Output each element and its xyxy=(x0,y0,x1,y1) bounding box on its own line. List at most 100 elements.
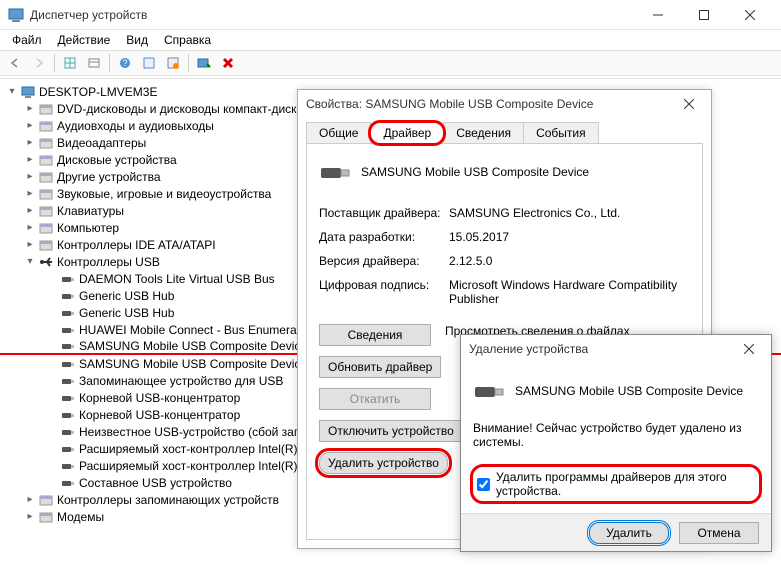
close-icon[interactable] xyxy=(675,90,703,118)
tabs: Общие Драйвер Сведения События xyxy=(298,122,711,144)
close-button[interactable] xyxy=(727,0,773,30)
toolbar-icon[interactable] xyxy=(83,52,105,74)
signature-value: Microsoft Windows Hardware Compatibility… xyxy=(449,278,690,306)
minimize-button[interactable] xyxy=(635,0,681,30)
delete-driver-software-checkbox-row[interactable]: Удалить программы драйверов для этого ус… xyxy=(473,467,759,501)
category-icon xyxy=(38,509,54,525)
expand-icon[interactable]: ▸ xyxy=(24,511,36,523)
tree-category-label: Аудиовходы и аудиовыходы xyxy=(57,119,214,133)
window-title: Диспетчер устройств xyxy=(30,8,635,22)
expand-icon[interactable]: ▾ xyxy=(24,256,36,268)
tree-category-label: Модемы xyxy=(57,510,104,524)
uninstall-confirm-dialog: Удаление устройства SAMSUNG Mobile USB C… xyxy=(460,334,772,552)
help-icon[interactable]: ? xyxy=(114,52,136,74)
cancel-button[interactable]: Отмена xyxy=(679,522,759,544)
tree-device-label: Корневой USB-концентратор xyxy=(79,391,240,405)
category-icon xyxy=(38,101,54,117)
usb-device-icon xyxy=(60,373,76,389)
nav-fwd-icon[interactable] xyxy=(28,52,50,74)
menu-action[interactable]: Действие xyxy=(50,31,119,49)
expand-icon[interactable]: ▸ xyxy=(24,205,36,217)
uninstall-icon[interactable] xyxy=(217,52,239,74)
warning-text: Внимание! Сейчас устройство будет удален… xyxy=(473,421,759,449)
tree-device-label: DAEMON Tools Lite Virtual USB Bus xyxy=(79,272,275,286)
usb-device-icon xyxy=(60,458,76,474)
tree-category-label: Компьютер xyxy=(57,221,119,235)
app-icon xyxy=(8,7,24,23)
driver-details-button[interactable]: Сведения xyxy=(319,324,431,346)
delete-driver-software-checkbox[interactable] xyxy=(477,478,490,491)
expand-icon[interactable]: ▾ xyxy=(6,86,18,98)
nav-back-icon[interactable] xyxy=(4,52,26,74)
menu-view[interactable]: Вид xyxy=(118,31,156,49)
tree-device-label: Generic USB Hub xyxy=(79,289,174,303)
category-icon xyxy=(38,237,54,253)
category-icon xyxy=(38,186,54,202)
expand-icon[interactable]: ▸ xyxy=(24,494,36,506)
tree-device-label: Корневой USB-концентратор xyxy=(79,408,240,422)
category-icon xyxy=(38,220,54,236)
tree-category-label: Контроллеры USB xyxy=(57,255,160,269)
device-name: SAMSUNG Mobile USB Composite Device xyxy=(515,384,743,398)
category-icon xyxy=(38,169,54,185)
expand-icon[interactable]: ▸ xyxy=(24,239,36,251)
date-label: Дата разработки: xyxy=(319,230,449,244)
tree-device-label: HUAWEI Mobile Connect - Bus Enumerator xyxy=(79,323,311,337)
expand-icon[interactable]: ▸ xyxy=(24,137,36,149)
toolbar-icon[interactable] xyxy=(162,52,184,74)
category-icon xyxy=(38,135,54,151)
tab-details[interactable]: Сведения xyxy=(443,122,524,144)
expand-icon[interactable]: ▸ xyxy=(24,171,36,183)
vendor-value: SAMSUNG Electronics Co., Ltd. xyxy=(449,206,690,220)
menu-file[interactable]: Файл xyxy=(4,31,50,49)
category-icon xyxy=(38,203,54,219)
tree-category-label: Контроллеры IDE ATA/ATAPI xyxy=(57,238,216,252)
titlebar: Диспетчер устройств xyxy=(0,0,781,30)
toolbar: ? xyxy=(0,50,781,76)
tab-events[interactable]: События xyxy=(523,122,599,144)
expand-icon[interactable]: ▸ xyxy=(24,154,36,166)
tab-general[interactable]: Общие xyxy=(306,122,371,144)
dialog-title: Свойства: SAMSUNG Mobile USB Composite D… xyxy=(306,97,675,111)
expand-icon[interactable]: ▸ xyxy=(24,103,36,115)
usb-icon xyxy=(38,254,54,270)
vendor-label: Поставщик драйвера: xyxy=(319,206,449,220)
menu-help[interactable]: Справка xyxy=(156,31,219,49)
usb-device-icon xyxy=(60,305,76,321)
svg-text:?: ? xyxy=(122,58,127,68)
tree-device-label: SAMSUNG Mobile USB Composite Device xyxy=(79,339,307,353)
tab-driver[interactable]: Драйвер xyxy=(370,122,444,144)
category-icon xyxy=(38,118,54,134)
tree-category-label: Другие устройства xyxy=(57,170,161,184)
maximize-button[interactable] xyxy=(681,0,727,30)
tree-device-label: Расширяемый хост-контроллер Intel(R) xyxy=(79,442,298,456)
tree-category-label: Звуковые, игровые и видеоустройства xyxy=(57,187,271,201)
usb-device-icon xyxy=(60,356,76,372)
tree-root-label: DESKTOP-LMVEM3E xyxy=(39,85,157,99)
tree-category-label: DVD-дисководы и дисководы компакт-дисков xyxy=(57,102,310,116)
rollback-driver-button[interactable]: Откатить xyxy=(319,388,431,410)
tree-device-label: Расширяемый хост-контроллер Intel(R) xyxy=(79,459,298,473)
confirm-uninstall-button[interactable]: Удалить xyxy=(589,522,669,544)
tree-category-label: Дисковые устройства xyxy=(57,153,177,167)
uninstall-device-button[interactable]: Удалить устройство xyxy=(319,452,448,474)
disable-device-button[interactable]: Отключить устройство xyxy=(319,420,463,442)
checkbox-label: Удалить программы драйверов для этого ус… xyxy=(496,470,755,498)
usb-device-icon xyxy=(60,288,76,304)
expand-icon[interactable]: ▸ xyxy=(24,188,36,200)
dialog-title: Удаление устройства xyxy=(469,342,735,356)
close-icon[interactable] xyxy=(735,335,763,363)
device-name: SAMSUNG Mobile USB Composite Device xyxy=(361,165,589,179)
expand-icon[interactable]: ▸ xyxy=(24,120,36,132)
expand-icon[interactable]: ▸ xyxy=(24,222,36,234)
tree-category-label: Видеоадаптеры xyxy=(57,136,146,150)
show-hidden-icon[interactable] xyxy=(59,52,81,74)
usb-device-icon xyxy=(473,375,505,407)
usb-device-icon xyxy=(60,338,76,354)
usb-device-icon xyxy=(60,390,76,406)
scan-hardware-icon[interactable] xyxy=(193,52,215,74)
tree-category-label: Контроллеры запоминающих устройств xyxy=(57,493,279,507)
menubar: Файл Действие Вид Справка xyxy=(0,30,781,50)
update-driver-button[interactable]: Обновить драйвер xyxy=(319,356,441,378)
toolbar-icon[interactable] xyxy=(138,52,160,74)
